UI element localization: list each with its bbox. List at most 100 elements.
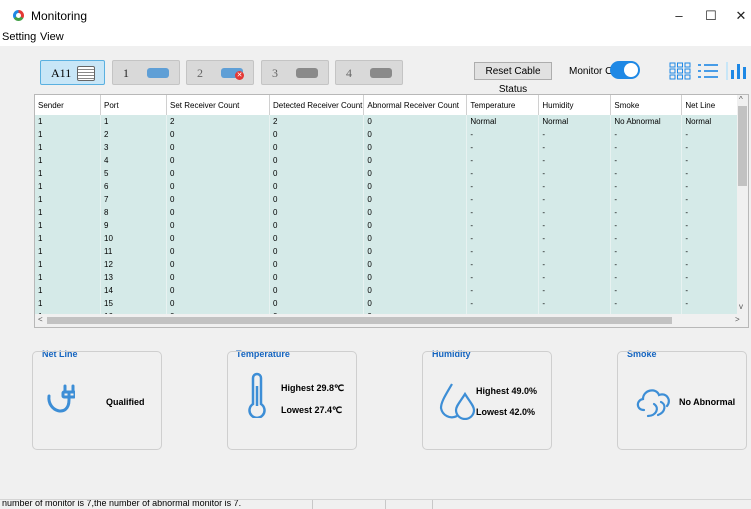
grid-view-icon[interactable]	[669, 62, 691, 80]
scroll-left-arrow-icon[interactable]: <	[38, 315, 43, 324]
table-row[interactable]: 17000----	[35, 193, 748, 206]
cable-icon	[47, 384, 75, 413]
table-cell: -	[538, 258, 612, 271]
column-header[interactable]: Temperature	[466, 95, 540, 115]
table-cell: -	[538, 245, 612, 258]
table-cell: -	[466, 206, 540, 219]
sender-device-icon	[296, 68, 318, 78]
table-row[interactable]: 15000----	[35, 167, 748, 180]
table-cell: -	[466, 284, 540, 297]
table-row[interactable]: 18000----	[35, 206, 748, 219]
table-cell: -	[610, 271, 683, 284]
table-row[interactable]: 1 15 0 0 0- - - -	[35, 297, 748, 310]
table-cell: 0	[363, 297, 468, 310]
column-header[interactable]: Abnormal Receiver Count	[363, 95, 468, 115]
table-cell: Normal	[466, 115, 540, 128]
table-row[interactable]: 14000----	[35, 154, 748, 167]
table-cell: 1	[35, 180, 101, 193]
table-cell: 0	[166, 258, 270, 271]
column-header[interactable]: Detected Receiver Count	[269, 95, 365, 115]
table-cell: 1	[35, 258, 101, 271]
monitor-toggle[interactable]	[610, 61, 640, 79]
chart-view-icon[interactable]	[726, 62, 750, 80]
table-cell: 1	[35, 297, 101, 310]
column-header[interactable]: Smoke	[610, 95, 683, 115]
table-row[interactable]: 19000----	[35, 219, 748, 232]
tab-all-senders[interactable]: A11	[40, 60, 105, 85]
reset-cable-status-button[interactable]: Reset Cable Status	[474, 62, 552, 95]
table-cell: -	[610, 219, 683, 232]
menu-setting[interactable]: Setting	[2, 31, 36, 43]
close-button[interactable]: ✕	[726, 6, 751, 26]
table-cell: 1	[35, 154, 101, 167]
tab-label: 1	[123, 66, 129, 80]
table-cell: 5	[100, 167, 167, 180]
table-cell: 0	[166, 297, 270, 310]
all-senders-icon	[77, 66, 95, 81]
thermometer-icon	[248, 372, 266, 418]
column-header[interactable]: Sender	[35, 95, 101, 115]
table-cell: 11	[100, 245, 167, 258]
table-cell: 0	[166, 232, 270, 245]
table-cell: 1	[35, 245, 101, 258]
table-cell: -	[538, 232, 612, 245]
table-cell: 13	[100, 271, 167, 284]
error-badge-icon: ✕	[235, 71, 244, 80]
table-cell: 0	[166, 167, 270, 180]
scroll-right-arrow-icon[interactable]: >	[735, 315, 740, 324]
humidity-card: Highest 49.0% Lowest 42.0%	[422, 351, 552, 450]
menu-view[interactable]: View	[40, 31, 64, 43]
table-cell: 1	[35, 271, 101, 284]
horizontal-scroll-thumb[interactable]	[47, 317, 672, 324]
table-cell: 0	[269, 206, 365, 219]
table-cell: 0	[363, 271, 468, 284]
table-row[interactable]: 16000----	[35, 180, 748, 193]
table-row[interactable]: 1 10 0 0 0- - - -	[35, 232, 748, 245]
maximize-button[interactable]: ☐	[696, 6, 726, 26]
table-row[interactable]: 1 12 0 0 0- - - -	[35, 258, 748, 271]
table-cell: 1	[35, 284, 101, 297]
scroll-down-arrow-icon[interactable]: v	[739, 302, 743, 311]
table-cell: 0	[166, 219, 270, 232]
vertical-scroll-thumb[interactable]	[738, 106, 747, 186]
list-view-icon[interactable]	[697, 62, 719, 80]
tab-sender-4[interactable]: 4	[335, 60, 403, 85]
minimize-button[interactable]: –	[664, 6, 694, 26]
table-row[interactable]: 1 1 2 2 0 Normal Normal No Abnormal Normal	[35, 115, 748, 128]
table-cell: 1	[35, 115, 101, 128]
tab-sender-1[interactable]: 1	[112, 60, 180, 85]
vertical-scrollbar[interactable]: ^ v	[737, 95, 748, 315]
table-cell: -	[610, 128, 683, 141]
tab-sender-2[interactable]: 2 ✕	[186, 60, 254, 85]
table-cell: 0	[269, 297, 365, 310]
table-cell: 0	[363, 284, 468, 297]
table-cell: 2	[269, 115, 365, 128]
horizontal-scrollbar[interactable]: < >	[35, 314, 748, 327]
table-cell: 14	[100, 284, 167, 297]
tab-label: 3	[272, 66, 278, 80]
table-cell: 0	[363, 141, 468, 154]
monitor-table: Sender Port Set Receiver Count Detected …	[34, 94, 749, 328]
table-cell: -	[538, 141, 612, 154]
table-cell: 0	[166, 245, 270, 258]
table-cell: -	[538, 219, 612, 232]
scroll-up-arrow-icon[interactable]: ^	[739, 95, 743, 104]
table-row[interactable]: 1 14 0 0 0- - - -	[35, 284, 748, 297]
table-cell: 0	[269, 128, 365, 141]
column-header[interactable]: Set Receiver Count	[166, 95, 270, 115]
table-cell: 9	[100, 219, 167, 232]
table-cell: 2	[166, 115, 270, 128]
table-row[interactable]: 1 13 0 0 0- - - -	[35, 271, 748, 284]
table-row[interactable]: 1 11 0 0 0- - - -	[35, 245, 748, 258]
column-header[interactable]: Humidity	[538, 95, 612, 115]
table-row[interactable]: 12000----	[35, 128, 748, 141]
table-cell: 0	[363, 258, 468, 271]
table-cell: -	[466, 258, 540, 271]
window-title: Monitoring	[31, 9, 88, 23]
column-header[interactable]: Port	[100, 95, 167, 115]
tab-sender-3[interactable]: 3	[261, 60, 329, 85]
table-row[interactable]: 13000----	[35, 141, 748, 154]
table-cell: -	[538, 167, 612, 180]
table-cell: -	[610, 206, 683, 219]
table-cell: 0	[166, 154, 270, 167]
